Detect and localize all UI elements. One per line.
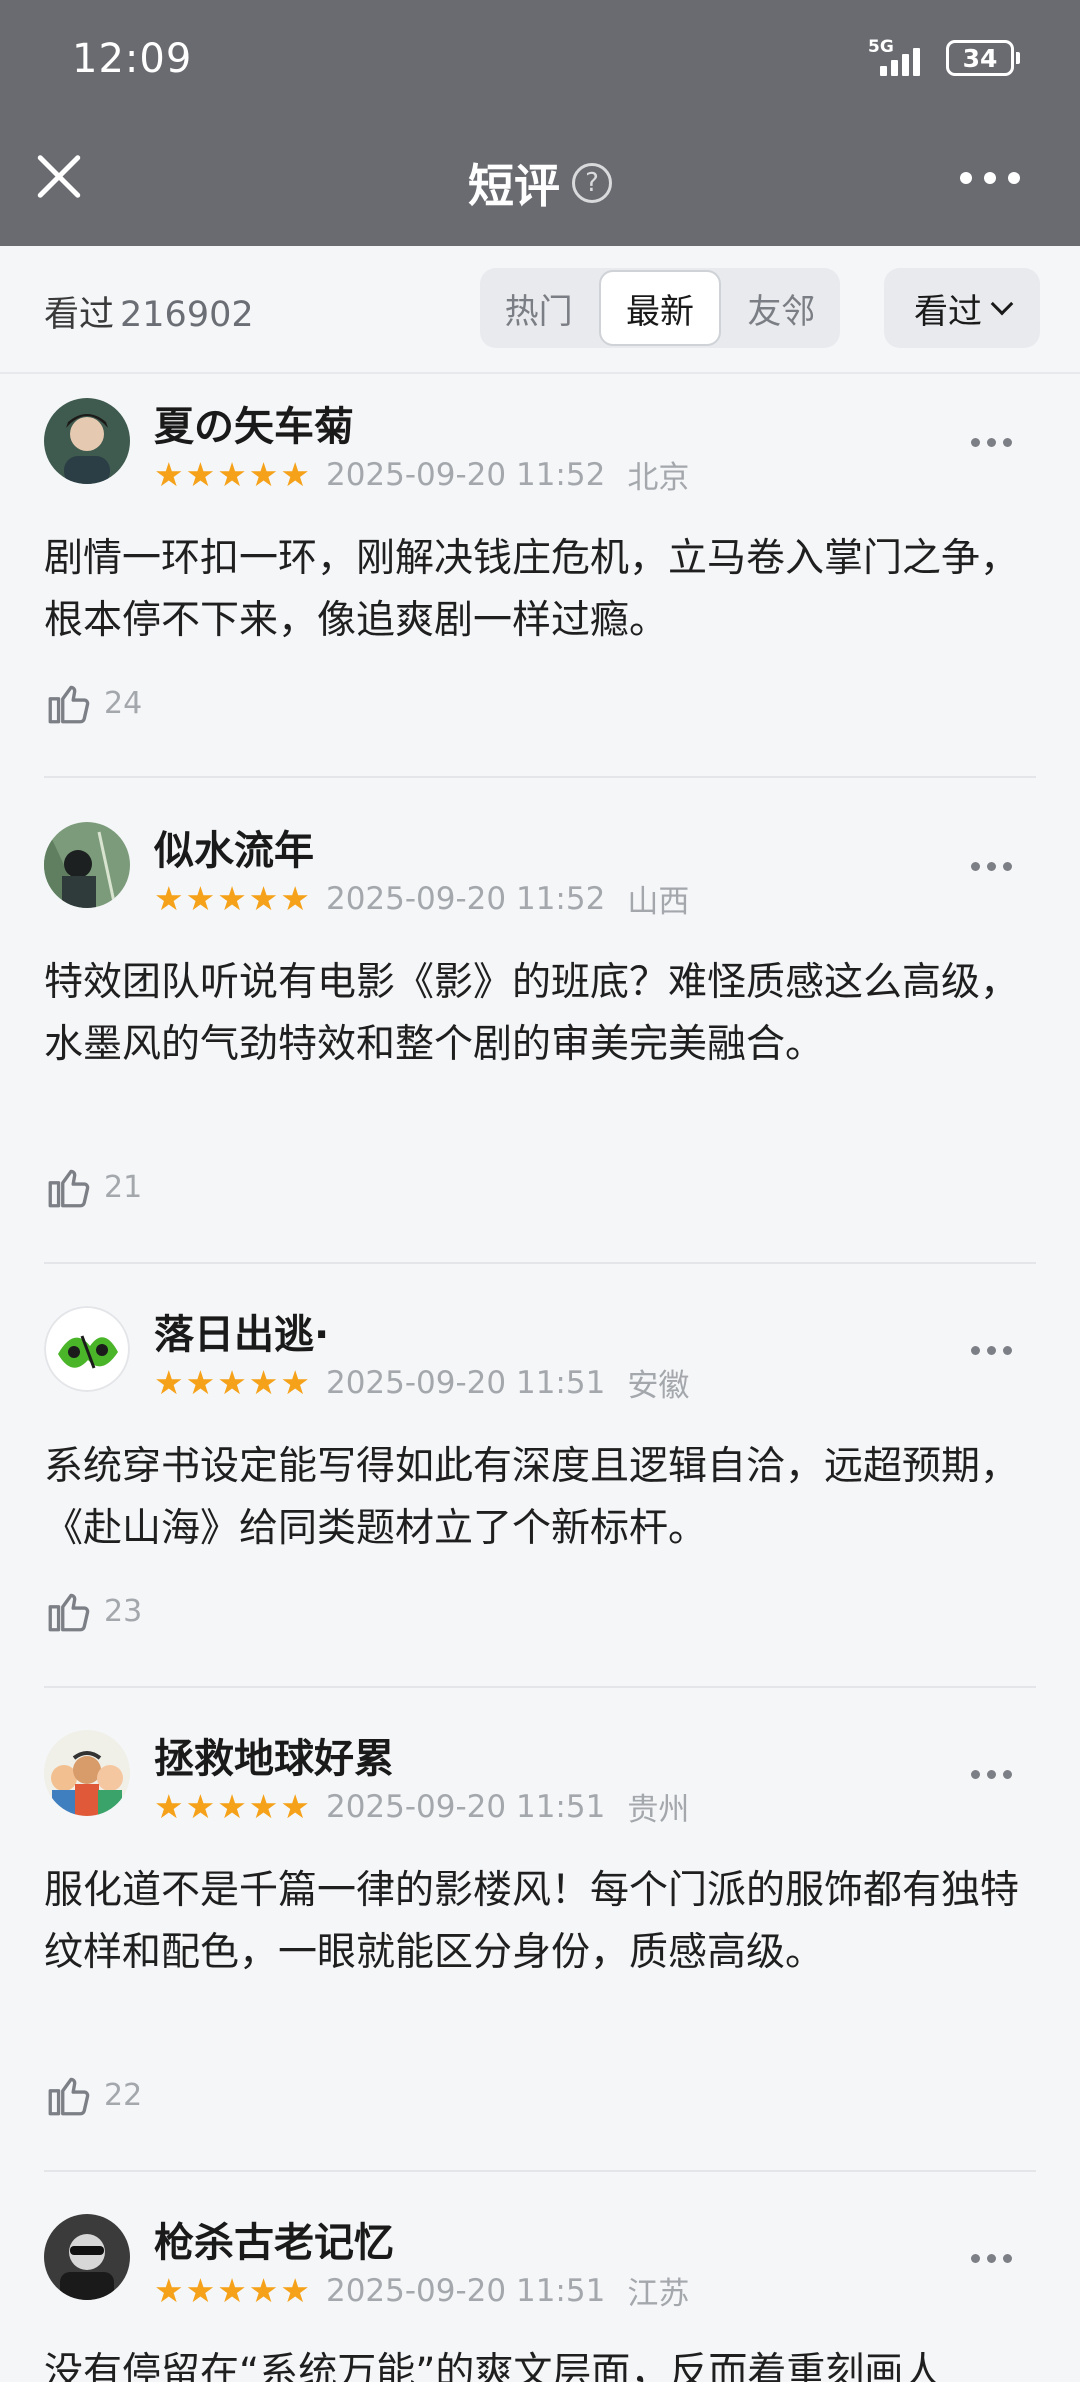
rating-stars: ★ ★ ★ ★ ★ xyxy=(154,2270,310,2310)
review-text: 服化道不是千篇一律的影楼风！每个门派的服饰都有独特纹样和配色，一眼就能区分身份，… xyxy=(44,1868,1020,1975)
avatar[interactable] xyxy=(44,1730,130,1816)
review-text: 特效团队听说有电影《影》的班底？难怪质感这么高级，水墨风的气劲特效和整个剧的审美… xyxy=(44,960,1020,1067)
status-icons: 5G 34 xyxy=(868,38,1020,78)
seen-dropdown[interactable]: 看过 xyxy=(884,268,1040,348)
review-meta: ★ ★ ★ ★ ★ 2025-09-20 11:52 北京 xyxy=(154,452,689,497)
review-item: 似水流年 ★ ★ ★ ★ ★ 2025-09-20 11:52 山西 特效团队听说有电影… xyxy=(44,822,1036,1242)
tab-hot[interactable]: 热门 xyxy=(480,268,597,348)
tab-friends[interactable]: 友邻 xyxy=(723,268,840,348)
review-meta: ★ ★ ★ ★ ★ 2025-09-20 11:52 山西 xyxy=(154,876,689,921)
review-datetime: 2025-09-20 11:52 xyxy=(325,880,606,917)
review-item: 枪杀古老记忆 ★ ★ ★ ★ ★ 2025-09-20 11:51 江苏 没有停留在“系… xyxy=(44,2214,1036,2382)
more-icon[interactable] xyxy=(971,2254,1012,2263)
like-count: 22 xyxy=(104,2077,143,2113)
avatar[interactable] xyxy=(44,2214,130,2300)
review-location: 山西 xyxy=(627,884,690,920)
rating-stars: ★ ★ ★ ★ ★ xyxy=(154,878,310,918)
username[interactable]: 拯救地球好累 xyxy=(154,1726,394,1784)
more-icon[interactable] xyxy=(971,1770,1012,1779)
like-count: 21 xyxy=(104,1169,143,1205)
review-item: 夏の矢车菊 ★ ★ ★ ★ ★ 2025-09-20 11:52 北京 剧情一环扣一环，… xyxy=(44,398,1036,778)
like-count: 24 xyxy=(104,685,143,721)
review-location: 北京 xyxy=(627,460,690,496)
username[interactable]: 似水流年 xyxy=(154,818,314,876)
help-icon[interactable]: ? xyxy=(572,163,612,203)
rating-stars: ★ ★ ★ ★ ★ xyxy=(154,1362,310,1402)
review-item: 拯救地球好累 ★ ★ ★ ★ ★ 2025-09-20 11:51 贵州 服化道不是千篇… xyxy=(44,1730,1036,2150)
battery-icon: 34 xyxy=(946,40,1020,76)
review-item: 落日出逃· ★ ★ ★ ★ ★ 2025-09-20 11:51 安徽 系统穿书设定能写… xyxy=(44,1306,1036,1686)
thumbs-up-icon xyxy=(48,2077,90,2116)
avatar[interactable] xyxy=(44,1306,130,1392)
more-icon[interactable] xyxy=(971,862,1012,871)
divider xyxy=(44,776,1036,778)
review-meta: ★ ★ ★ ★ ★ 2025-09-20 11:51 江苏 xyxy=(154,2268,689,2313)
more-icon[interactable] xyxy=(971,1346,1012,1355)
like-count: 23 xyxy=(104,1593,143,1629)
review-text: 没有停留在“系统万能”的爽文层面，反而着重刻画人 xyxy=(44,2350,943,2382)
seen-label: 看过 xyxy=(44,295,115,335)
review-location: 安徽 xyxy=(627,1368,690,1404)
thumbs-up-icon xyxy=(48,1593,90,1632)
review-datetime: 2025-09-20 11:52 xyxy=(325,456,606,493)
review-meta: ★ ★ ★ ★ ★ 2025-09-20 11:51 安徽 xyxy=(154,1360,689,1405)
sort-tabs: 热门 最新 友邻 xyxy=(480,268,840,348)
avatar[interactable] xyxy=(44,822,130,908)
review-datetime: 2025-09-20 11:51 xyxy=(325,2272,606,2309)
status-time: 12:09 xyxy=(72,36,193,82)
username[interactable]: 落日出逃· xyxy=(154,1302,329,1360)
rating-stars: ★ ★ ★ ★ ★ xyxy=(154,1786,310,1826)
divider xyxy=(44,1262,1036,1264)
top-bar: 12:09 5G 34 短评 ? xyxy=(0,0,1080,246)
divider xyxy=(44,2170,1036,2172)
review-meta: ★ ★ ★ ★ ★ 2025-09-20 11:51 贵州 xyxy=(154,1784,689,1829)
signal-icon: 5G xyxy=(868,38,932,78)
more-icon[interactable] xyxy=(971,438,1012,447)
seen-number: 216902 xyxy=(120,295,254,335)
thumbs-up-icon xyxy=(48,685,90,724)
title-wrap: 短评 ? xyxy=(0,150,1080,216)
seen-count: 看过 216902 xyxy=(44,286,254,337)
thumbs-up-icon xyxy=(48,1169,90,1208)
review-text: 系统穿书设定能写得如此有深度且逻辑自洽，远超预期，《赴山海》给同类题材立了个新标… xyxy=(44,1444,1020,1551)
rating-stars: ★ ★ ★ ★ ★ xyxy=(154,454,310,494)
page-title: 短评 xyxy=(468,159,560,213)
review-datetime: 2025-09-20 11:51 xyxy=(325,1364,606,1401)
like-button[interactable]: 21 xyxy=(44,1162,142,1212)
more-options-button[interactable] xyxy=(960,172,1020,184)
username[interactable]: 枪杀古老记忆 xyxy=(154,2214,394,2268)
review-datetime: 2025-09-20 11:51 xyxy=(325,1788,606,1825)
tab-latest[interactable]: 最新 xyxy=(599,270,721,346)
filter-bar: 看过 216902 热门 最新 友邻 看过 xyxy=(0,246,1080,374)
chevron-down-icon xyxy=(990,292,1014,316)
username[interactable]: 夏の矢车菊 xyxy=(154,394,354,452)
divider xyxy=(44,1686,1036,1688)
seen-dropdown-label: 看过 xyxy=(914,291,982,332)
review-text: 剧情一环扣一环，刚解决钱庄危机，立马卷入掌门之争，根本停不下来，像追爽剧一样过瘾… xyxy=(44,536,1020,643)
like-button[interactable]: 24 xyxy=(44,678,142,728)
like-button[interactable]: 23 xyxy=(44,1586,142,1636)
avatar[interactable] xyxy=(44,398,130,484)
review-location: 江苏 xyxy=(627,2276,690,2312)
review-location: 贵州 xyxy=(627,1792,690,1828)
like-button[interactable]: 22 xyxy=(44,2070,142,2120)
